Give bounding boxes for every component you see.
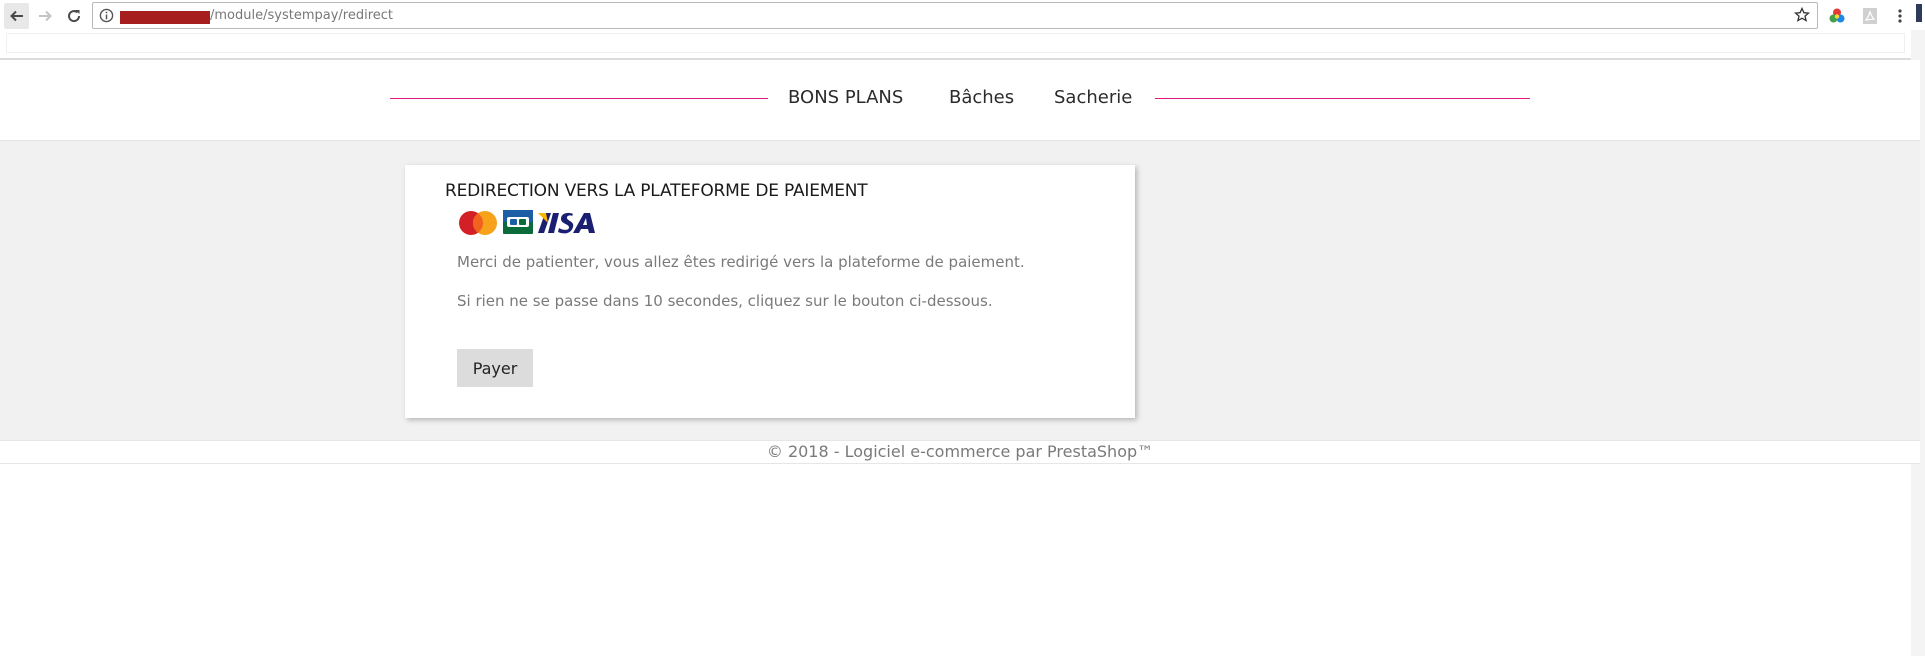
page-title: REDIRECTION VERS LA PLATEFORME DE PAIEME…: [445, 181, 868, 201]
footer-copyright[interactable]: © 2018 - Logiciel e-commerce par PrestaS…: [0, 441, 1920, 463]
kebab-menu-icon[interactable]: [1890, 6, 1910, 26]
bookmark-strip: [6, 33, 1905, 53]
url-path: /module/systempay/redirect: [210, 8, 393, 23]
cb-logo: [503, 210, 533, 234]
arrow-left-icon: [9, 10, 23, 22]
info-icon[interactable]: [99, 8, 114, 27]
wait-message: Merci de patienter, vous allez êtes redi…: [457, 253, 1025, 271]
mastercard-logo: [459, 211, 497, 235]
menu-item-sacherie[interactable]: Sacherie: [1054, 85, 1132, 111]
payment-redirect-card: REDIRECTION VERS LA PLATEFORME DE PAIEME…: [405, 165, 1135, 418]
pay-button[interactable]: Payer: [457, 349, 533, 387]
decorative-line-right: [1155, 98, 1530, 99]
reload-icon: [67, 10, 80, 23]
forward-button[interactable]: [32, 3, 57, 29]
address-bar[interactable]: /module/systempay/redirect: [92, 2, 1818, 29]
arrow-right-icon: [38, 10, 52, 22]
back-button[interactable]: [4, 3, 29, 29]
site-header: BONS PLANS Bâches Sacherie: [0, 60, 1920, 140]
visa-logo: [538, 212, 595, 234]
main-wrapper: REDIRECTION VERS LA PLATEFORME DE PAIEME…: [0, 140, 1920, 440]
menu-item-baches[interactable]: Bâches: [949, 85, 1014, 111]
site-footer: © 2018 - Logiciel e-commerce par PrestaS…: [0, 440, 1920, 464]
scrollbar-edge-marker: [1916, 4, 1922, 22]
fallback-message: Si rien ne se passe dans 10 secondes, cl…: [457, 292, 993, 310]
pdf-icon[interactable]: [1860, 6, 1880, 26]
redacted-domain: [120, 11, 210, 24]
color-picker-icon[interactable]: [1827, 6, 1847, 26]
browser-chrome: /module/systempay/redirect: [0, 0, 1925, 60]
decorative-line-left: [390, 98, 768, 99]
menu-item-bons-plans[interactable]: BONS PLANS: [788, 85, 903, 111]
star-icon[interactable]: [1793, 6, 1811, 27]
reload-button[interactable]: [61, 3, 86, 29]
